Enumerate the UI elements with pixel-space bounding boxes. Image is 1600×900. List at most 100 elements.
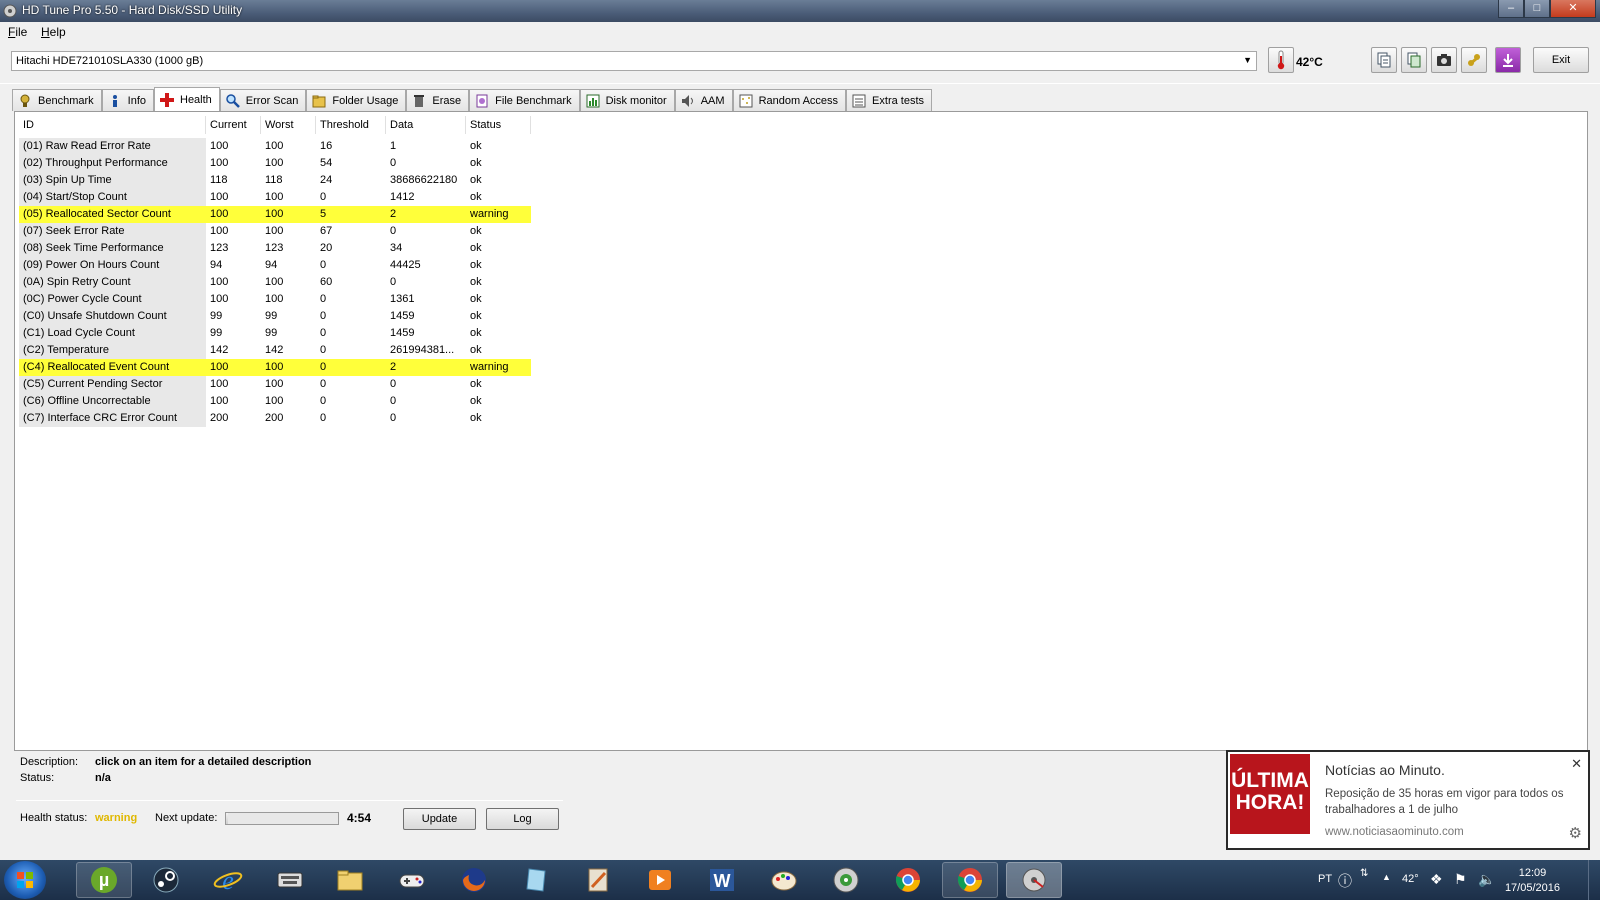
steam-icon[interactable]	[138, 862, 194, 898]
cell-worst: 100	[265, 293, 284, 305]
reader-app-icon[interactable]	[570, 862, 626, 898]
tab-random-access[interactable]: Random Access	[732, 89, 847, 111]
menu-help[interactable]: Help	[41, 25, 66, 39]
tab-strip: Benchmark Info Health Error Scan Folder …	[12, 87, 933, 111]
internet-explorer-icon[interactable]: e	[200, 862, 256, 898]
camera-icon[interactable]	[1431, 47, 1457, 73]
update-button[interactable]: Update	[403, 808, 476, 830]
tab-error-scan[interactable]: Error Scan	[219, 89, 307, 111]
table-row[interactable]: (09) Power On Hours Count 94 94 0 44425 ok	[19, 257, 531, 274]
menu-file[interactable]: File	[8, 25, 27, 39]
hdtune-icon[interactable]	[1006, 862, 1062, 898]
column-header-status[interactable]: Status	[466, 116, 531, 134]
options-icon[interactable]	[1461, 47, 1487, 73]
table-row[interactable]: (C0) Unsafe Shutdown Count 99 99 0 1459 ok	[19, 308, 531, 325]
chrome-icon[interactable]	[880, 862, 936, 898]
tab-benchmark[interactable]: Benchmark	[12, 89, 102, 111]
media-player-icon[interactable]	[632, 862, 688, 898]
table-row[interactable]: (C6) Offline Uncorrectable 100 100 0 0 ok	[19, 393, 531, 410]
table-row[interactable]: (C2) Temperature 142 142 0 261994381... ok	[19, 342, 531, 359]
tab-disk-monitor[interactable]: Disk monitor	[579, 89, 675, 111]
minimize-icon[interactable]: –	[1498, 0, 1524, 18]
maximize-icon[interactable]: □	[1524, 0, 1550, 18]
cell-worst: 100	[265, 191, 284, 203]
drive-select[interactable]: Hitachi HDE721010SLA330 (1000 gB) ▼	[11, 51, 1257, 71]
chrome-icon[interactable]	[942, 862, 998, 898]
cell-status: ok	[470, 310, 482, 322]
table-row[interactable]: (0A) Spin Retry Count 100 100 60 0 ok	[19, 274, 531, 291]
system-clock[interactable]: 12:09 17/05/2016	[1505, 866, 1560, 896]
table-row[interactable]: (03) Spin Up Time 118 118 24 38686622180 ok	[19, 172, 531, 189]
notes-app-icon[interactable]	[508, 862, 564, 898]
cell-id: (C5) Current Pending Sector	[19, 376, 206, 393]
table-row[interactable]: (02) Throughput Performance 100 100 54 0 ok	[19, 155, 531, 172]
cell-id: (0A) Spin Retry Count	[19, 274, 206, 291]
windows-update-icon[interactable]: ❖	[1430, 871, 1443, 900]
gamepad-icon[interactable]	[384, 862, 440, 898]
tray-temperature[interactable]: 42°	[1402, 873, 1419, 900]
table-row[interactable]: (04) Start/Stop Count 100 100 0 1412 ok	[19, 189, 531, 206]
download-icon[interactable]	[1495, 47, 1521, 73]
close-icon[interactable]: ✕	[1550, 0, 1596, 18]
table-row[interactable]: (0C) Power Cycle Count 100 100 0 1361 ok	[19, 291, 531, 308]
cell-current: 100	[210, 276, 229, 288]
column-header-worst[interactable]: Worst	[261, 116, 316, 134]
tab-extra-tests[interactable]: Extra tests	[846, 89, 933, 111]
help-icon[interactable]: ⓘ	[1338, 871, 1352, 900]
table-row[interactable]: (01) Raw Read Error Rate 100 100 16 1 ok	[19, 138, 531, 155]
tab-folder-usage[interactable]: Folder Usage	[306, 89, 407, 111]
file-explorer-icon[interactable]	[322, 862, 378, 898]
column-header-threshold[interactable]: Threshold	[316, 116, 386, 134]
column-header-data[interactable]: Data	[386, 116, 466, 134]
cell-data: 38686622180	[390, 174, 458, 186]
tab-label: Folder Usage	[332, 94, 399, 107]
language-indicator[interactable]: PT	[1318, 873, 1332, 900]
tab-aam[interactable]: AAM	[674, 89, 733, 111]
action-center-icon[interactable]: ⚑	[1454, 871, 1467, 900]
random-access-icon	[739, 94, 753, 107]
column-header-id[interactable]: ID	[19, 116, 206, 134]
tab-health[interactable]: Health	[154, 87, 220, 111]
table-row[interactable]: (C4) Reallocated Event Count 100 100 0 2 warn…	[19, 359, 531, 376]
copy-screen-icon[interactable]	[1401, 47, 1427, 73]
drive-select-value: Hitachi HDE721010SLA330 (1000 gB)	[16, 55, 204, 67]
table-row[interactable]: (07) Seek Error Rate 100 100 67 0 ok	[19, 223, 531, 240]
cell-current: 100	[206, 206, 261, 223]
log-button[interactable]: Log	[486, 808, 559, 830]
table-row[interactable]: (C7) Interface CRC Error Count 200 200 0 0 ok	[19, 410, 531, 427]
utorrent-icon[interactable]: µ	[76, 862, 132, 898]
copy-text-icon[interactable]	[1371, 47, 1397, 73]
tab-file-benchmark[interactable]: File Benchmark	[469, 89, 580, 111]
tab-erase[interactable]: Erase	[406, 89, 470, 111]
keyboard-app-icon[interactable]	[262, 862, 318, 898]
tab-info[interactable]: Info	[101, 89, 154, 111]
cell-data: 0	[390, 157, 397, 169]
exit-button[interactable]: Exit	[1533, 47, 1589, 73]
cell-status: ok	[470, 174, 482, 186]
cell-status: ok	[470, 140, 482, 152]
news-notification[interactable]: ÚLTIMA HORA! Notícias ao Minuto. Reposiç…	[1226, 750, 1590, 850]
cell-current: 100	[210, 191, 229, 203]
table-row[interactable]: (08) Seek Time Performance 123 123 20 34 ok	[19, 240, 531, 257]
word-icon[interactable]: W	[694, 862, 750, 898]
start-button[interactable]	[4, 861, 46, 899]
table-row[interactable]: (C1) Load Cycle Count 99 99 0 1459 ok	[19, 325, 531, 342]
show-hidden-icons-icon[interactable]: ▲	[1382, 872, 1391, 900]
cell-threshold: 0	[320, 259, 327, 271]
cell-status: ok	[470, 412, 482, 424]
close-icon[interactable]: ✕	[1571, 756, 1582, 772]
table-row[interactable]: (05) Reallocated Sector Count 100 100 5 2 war…	[19, 206, 531, 223]
column-header-current[interactable]: Current	[206, 116, 261, 134]
network-transfer-icon[interactable]: ⇅	[1360, 868, 1368, 900]
cell-worst: 99	[265, 310, 278, 322]
cell-data: 261994381...	[390, 344, 455, 356]
cell-worst: 100	[261, 359, 316, 376]
gear-icon[interactable]: ⚙	[1569, 824, 1582, 842]
volume-icon[interactable]: 🔈	[1478, 871, 1495, 900]
show-desktop-button[interactable]	[1588, 860, 1600, 900]
paint-icon[interactable]	[756, 862, 812, 898]
iso-tool-icon[interactable]	[818, 862, 874, 898]
tab-label: Error Scan	[245, 94, 299, 107]
firefox-icon[interactable]	[446, 862, 502, 898]
table-row[interactable]: (C5) Current Pending Sector 100 100 0 0 ok	[19, 376, 531, 393]
